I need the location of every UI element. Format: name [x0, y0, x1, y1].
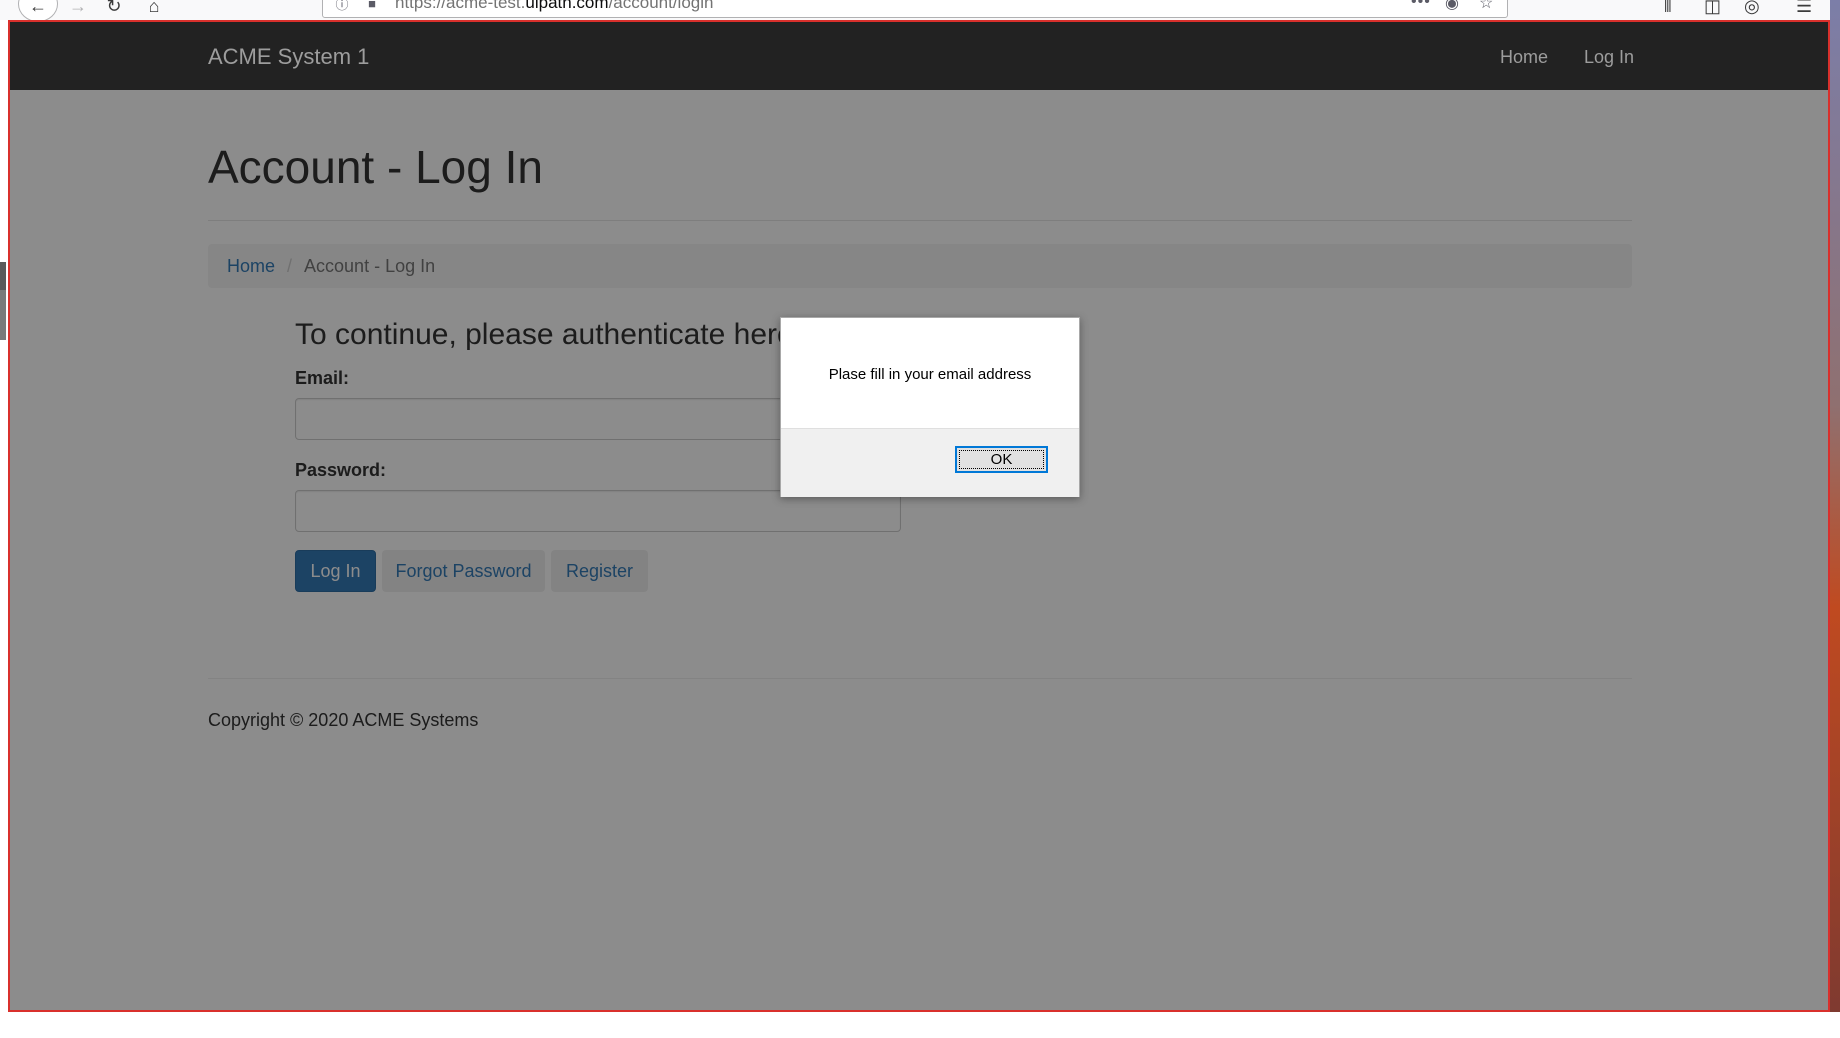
url-text[interactable]: https://acme-test.uipath.com/account/log…	[395, 0, 713, 13]
web-page: ACME System 1 Home Log In Account - Log …	[8, 20, 1830, 1012]
account-icon[interactable]: ◎	[1744, 0, 1760, 17]
alert-ok-button[interactable]: OK	[955, 446, 1048, 473]
site-brand[interactable]: ACME System 1	[208, 44, 369, 70]
pocket-icon[interactable]: ◉	[1445, 0, 1459, 13]
alert-message: Plase fill in your email address	[828, 366, 1032, 383]
sidebar-icon[interactable]: ◫	[1704, 0, 1721, 17]
back-arrow-icon[interactable]: ←	[18, 0, 58, 22]
bottom-strip	[0, 1012, 1840, 1038]
nav-login-link[interactable]: Log In	[1584, 47, 1634, 68]
left-window-edge	[0, 20, 8, 1012]
bookmark-star-icon[interactable]: ☆	[1479, 0, 1493, 13]
menu-icon[interactable]: ☰	[1796, 0, 1812, 17]
home-icon[interactable]: ⌂	[140, 0, 168, 20]
forward-arrow-icon[interactable]: →	[64, 0, 92, 20]
nav-home-link[interactable]: Home	[1500, 47, 1548, 68]
alert-dialog: Plase fill in your email address OK	[780, 317, 1080, 497]
library-icon[interactable]: ⫴	[1664, 0, 1672, 17]
alert-footer: OK	[781, 428, 1079, 497]
right-window-edge	[1830, 0, 1840, 1012]
site-navbar: ACME System 1 Home Log In	[10, 22, 1828, 90]
reload-icon[interactable]: ↻	[100, 0, 128, 20]
site-info-icon[interactable]: ⓘ	[333, 0, 351, 12]
page-actions-icon[interactable]: •••	[1411, 0, 1431, 11]
lock-icon[interactable]: ■	[363, 0, 381, 11]
address-bar[interactable]: ⓘ ■ https://acme-test.uipath.com/account…	[322, 0, 1508, 18]
modal-overlay	[10, 90, 1828, 1010]
